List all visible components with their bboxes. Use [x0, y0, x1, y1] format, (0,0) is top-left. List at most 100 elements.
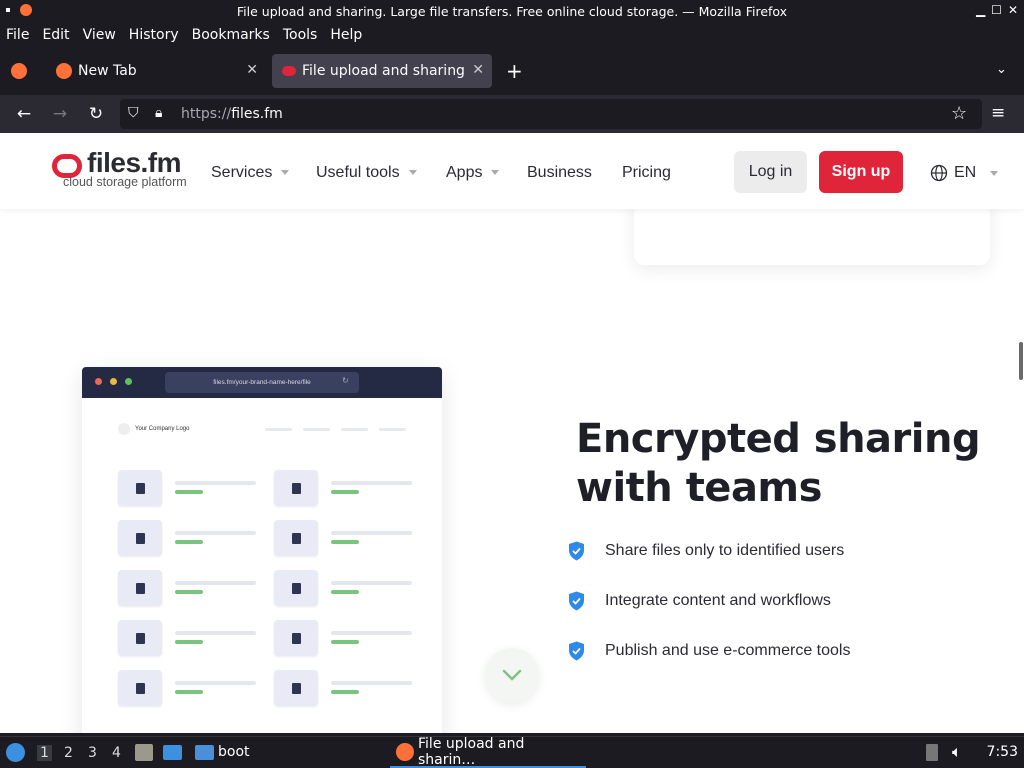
mockup-file-size-bar	[331, 540, 359, 544]
mockup-file-name-line	[331, 531, 412, 535]
file-manager-icon[interactable]	[135, 744, 153, 761]
mockup-file-name-line	[331, 581, 412, 585]
file-icon	[291, 682, 301, 694]
nav-useful-tools[interactable]: Useful tools	[316, 164, 417, 182]
mockup-nav-line	[265, 428, 292, 431]
menu-file[interactable]: File	[6, 27, 29, 43]
mockup-file-name-line	[331, 631, 412, 635]
forward-icon[interactable]: →	[49, 104, 71, 124]
mockup-file-tile	[118, 570, 162, 606]
mockup-url: files.fm/your-brand-name-here/file	[165, 372, 359, 393]
firefox-icon	[20, 4, 32, 16]
feature-text: Publish and use e-commerce tools	[605, 642, 851, 659]
mockup-file-size-bar	[175, 540, 203, 544]
mockup-file-size-bar	[331, 590, 359, 594]
mockup-file-size-bar	[175, 590, 203, 594]
reload-icon[interactable]: ↻	[85, 104, 107, 124]
file-icon	[291, 532, 301, 544]
folder-label[interactable]: boot	[218, 744, 250, 760]
mockup-file-size-bar	[331, 640, 359, 644]
start-menu-icon[interactable]	[6, 743, 25, 762]
menu-tools[interactable]: Tools	[283, 27, 318, 43]
mockup-nav-line	[303, 428, 330, 431]
shield-check-icon	[569, 591, 584, 611]
mockup-browser-bar: files.fm/your-brand-name-here/file ↻	[82, 367, 442, 398]
lock-icon[interactable]: 🔒︎	[155, 105, 162, 121]
nav-pricing[interactable]: Pricing	[622, 164, 671, 182]
workspace-4[interactable]: 4	[112, 745, 121, 761]
mockup-file-name-line	[175, 481, 256, 485]
menu-bar: File Edit View History Bookmarks Tools H…	[0, 22, 1024, 47]
nav-business[interactable]: Business	[527, 164, 592, 182]
mockup-file-tile	[118, 520, 162, 556]
mockup-nav-line	[379, 428, 406, 431]
mockup-nav-line	[341, 428, 368, 431]
mockup-file-size-bar	[331, 490, 359, 494]
mockup-file-name-line	[175, 531, 256, 535]
nav-services[interactable]: Services	[211, 164, 290, 182]
workspace-1[interactable]: 1	[37, 745, 52, 761]
page-scrollbar-thumb[interactable]	[1019, 342, 1023, 380]
menu-history[interactable]: History	[129, 27, 179, 43]
menu-edit[interactable]: Edit	[42, 27, 69, 43]
chevron-down-icon	[990, 170, 999, 176]
tab-new-tab[interactable]: New Tab ✕	[46, 54, 266, 88]
logo-tagline: cloud storage platform	[63, 175, 187, 189]
firefox-icon	[396, 742, 414, 761]
battery-icon[interactable]	[926, 744, 938, 761]
bookmark-star-icon[interactable]: ☆	[951, 103, 967, 124]
list-all-tabs-icon[interactable]: ⌄	[996, 62, 1007, 77]
language-selector[interactable]: EN	[930, 164, 999, 182]
tab-close-icon[interactable]: ✕	[246, 62, 258, 78]
branded-page-mockup: files.fm/your-brand-name-here/file ↻ You…	[82, 367, 442, 733]
feature-item: Integrate content and workflows	[568, 591, 831, 611]
workspace-3[interactable]: 3	[88, 745, 97, 761]
mockup-file-tile	[118, 470, 162, 506]
back-icon[interactable]: ←	[13, 104, 35, 124]
language-code: EN	[954, 164, 977, 181]
mockup-file-size-bar	[175, 690, 203, 694]
tab-files-fm[interactable]: File upload and sharing. l ✕	[272, 54, 492, 88]
signup-button[interactable]: Sign up	[819, 151, 903, 193]
site-header: files.fm cloud storage platform Services…	[0, 133, 1024, 209]
mockup-file-name-line	[175, 681, 256, 685]
mockup-file-name-line	[175, 581, 256, 585]
minimize-icon[interactable]: ▁	[976, 3, 985, 17]
file-icon	[135, 632, 145, 644]
url-bar[interactable]: ⛉ 🔒︎ https://files.fm	[120, 99, 982, 129]
shield-check-icon	[569, 541, 584, 561]
tracking-shield-icon[interactable]: ⛉	[128, 105, 139, 121]
mockup-file-size-bar	[175, 490, 203, 494]
scroll-down-button[interactable]	[485, 648, 539, 702]
menu-help[interactable]: Help	[330, 27, 362, 43]
window-menu-icon[interactable]	[6, 8, 10, 12]
menu-bookmarks[interactable]: Bookmarks	[192, 27, 270, 43]
desktop-icon[interactable]	[163, 745, 182, 760]
tab-close-icon[interactable]: ✕	[472, 62, 484, 78]
maximize-icon[interactable]: ☐	[991, 3, 1002, 17]
tab-bar: New Tab ✕ File upload and sharing. l ✕ +…	[0, 47, 1024, 95]
new-tab-icon[interactable]: +	[506, 59, 523, 83]
chevron-down-icon	[502, 669, 522, 681]
menu-view[interactable]: View	[83, 27, 116, 43]
web-page: files.fm cloud storage platform Services…	[0, 133, 1024, 733]
mockup-file-tile	[274, 470, 318, 506]
login-button[interactable]: Log in	[734, 151, 807, 193]
nav-apps[interactable]: Apps	[446, 164, 500, 182]
folder-icon[interactable]	[195, 745, 214, 760]
tab-label: New Tab	[78, 63, 137, 79]
close-icon[interactable]: ✕	[1008, 3, 1018, 17]
mockup-file-tile	[274, 670, 318, 706]
section-headline: Encrypted sharing with teams	[576, 416, 981, 511]
file-icon	[291, 582, 301, 594]
volume-icon[interactable]: 🔈︎	[952, 742, 962, 762]
feature-item: Publish and use e-commerce tools	[568, 641, 850, 661]
taskbar-firefox-window[interactable]: File upload and sharin…	[390, 736, 586, 768]
firefox-view-icon[interactable]	[11, 63, 27, 79]
mockup-file-tile	[118, 620, 162, 656]
url-text[interactable]: https://files.fm	[181, 106, 283, 122]
file-icon	[291, 482, 301, 494]
workspace-2[interactable]: 2	[64, 745, 73, 761]
app-menu-icon[interactable]: ≡	[991, 103, 1005, 123]
chevron-down-icon	[281, 170, 290, 176]
